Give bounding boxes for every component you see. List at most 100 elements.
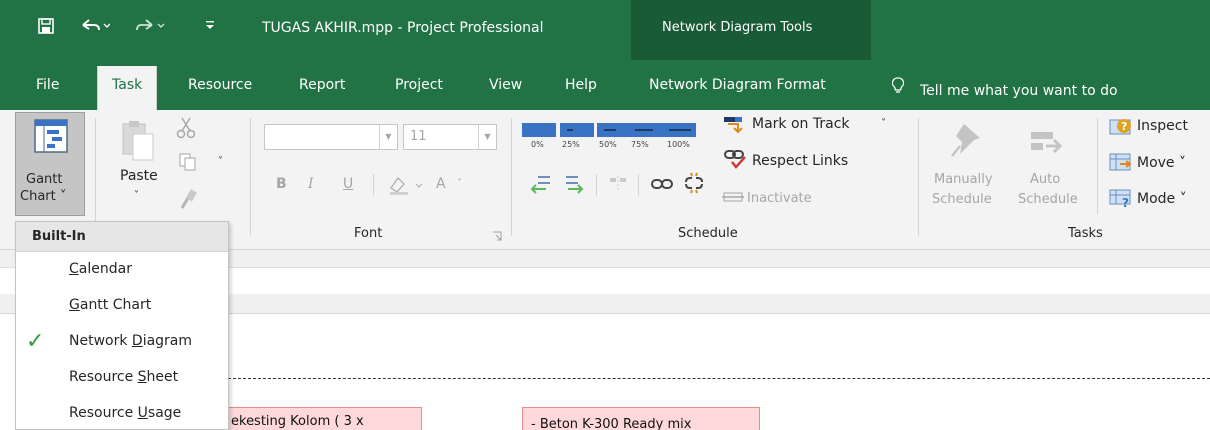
percent-25-icon[interactable]	[560, 123, 594, 137]
underline-button[interactable]: U	[343, 176, 353, 192]
menu-item-prefix: Resource	[69, 405, 138, 421]
font-dialog-launcher-icon[interactable]	[492, 230, 502, 245]
link-tasks-icon[interactable]	[651, 176, 673, 196]
inline-separator	[596, 174, 597, 196]
menu-item-accelerator: U	[137, 405, 148, 421]
percent-0-icon[interactable]	[522, 123, 556, 137]
split-task-icon[interactable]	[608, 174, 628, 198]
menu-item-rest: antt Chart	[79, 297, 152, 313]
tell-me-search[interactable]: Tell me what you want to do	[891, 77, 1118, 99]
tab-view[interactable]: View	[489, 77, 522, 93]
tab-resource[interactable]: Resource	[188, 77, 252, 93]
mark-on-track-button[interactable]: Mark on Track	[752, 116, 850, 132]
unlink-tasks-icon[interactable]	[683, 172, 705, 198]
task-node[interactable]: ekesting Kolom ( 3 x	[210, 407, 422, 430]
gantt-chart-icon	[34, 119, 68, 157]
ribbon-tab-row: File Task Resource Report Project View H…	[0, 60, 1210, 110]
percent-0-label: 0%	[531, 140, 544, 149]
gantt-chart-label-line2: Chart ˅	[20, 189, 67, 204]
percent-100-icon[interactable]	[662, 123, 696, 137]
percent-50-icon[interactable]	[597, 123, 631, 137]
window-title: TUGAS AKHIR.mpp - Project Professional	[262, 20, 544, 36]
redo-icon[interactable]	[135, 18, 165, 38]
page-break-line	[228, 378, 1210, 379]
menu-item-accelerator: D	[131, 333, 143, 349]
menu-item-gantt-chart[interactable]: Gantt Chart	[16, 289, 228, 325]
font-name-combo[interactable]: ▼	[264, 124, 398, 150]
inactivate-button[interactable]: Inactivate	[747, 190, 812, 206]
inactivate-label: Inactivate	[747, 191, 812, 206]
ribbon-separator	[918, 118, 919, 236]
format-painter-icon[interactable]	[178, 188, 198, 214]
copy-icon[interactable]	[179, 153, 197, 175]
ribbon-separator	[250, 118, 251, 236]
menu-item-network-diagram[interactable]: ✓ Network Diagram	[16, 325, 228, 361]
schedule-group-label: Schedule	[678, 226, 738, 241]
menu-item-resource-sheet[interactable]: Resource Sheet	[16, 361, 228, 397]
font-color-button[interactable]: A	[436, 176, 446, 192]
mark-on-track-icon[interactable]	[722, 114, 744, 138]
task-node[interactable]: - Beton K-300 Ready mix	[522, 407, 760, 430]
paste-button[interactable]: Paste	[120, 168, 158, 184]
inactivate-icon[interactable]	[722, 190, 744, 208]
paste-dropdown-arrow[interactable]: ˅	[134, 190, 139, 201]
checkmark-icon: ✓	[26, 329, 45, 354]
manually-schedule-line2: Schedule	[932, 192, 992, 207]
task-node-name: ekesting Kolom ( 3 x	[231, 414, 364, 429]
highlight-color-icon[interactable]	[388, 174, 426, 200]
font-color-dropdown-arrow[interactable]: ˅	[457, 178, 462, 189]
menu-item-resource-usage[interactable]: Resource Usage	[16, 397, 228, 430]
menu-item-calendar[interactable]: Calendar	[16, 253, 228, 289]
save-icon[interactable]	[38, 18, 54, 38]
auto-schedule-line2: Schedule	[1018, 192, 1078, 207]
italic-button[interactable]: I	[308, 176, 314, 192]
chevron-down-icon: ▼	[478, 125, 496, 149]
customize-qat-icon[interactable]	[205, 18, 215, 36]
tab-task[interactable]: Task	[97, 66, 158, 110]
tab-report[interactable]: Report	[299, 77, 345, 93]
menu-item-accelerator: C	[69, 261, 79, 277]
dropdown-section-header: Built-In	[16, 222, 228, 252]
outdent-icon[interactable]	[530, 174, 552, 198]
bold-button[interactable]: B	[276, 176, 287, 192]
ribbon-separator	[511, 118, 512, 236]
font-size-value: 11	[410, 129, 427, 144]
tab-file[interactable]: File	[36, 77, 59, 93]
svg-text:?: ?	[1122, 196, 1129, 208]
menu-item-rest: alendar	[78, 261, 132, 277]
menu-item-rest: iagram	[142, 333, 193, 349]
move-button[interactable]: Move ˅	[1137, 155, 1186, 171]
task-node-name: - Beton K-300 Ready mix	[531, 417, 692, 430]
tell-me-text: Tell me what you want to do	[920, 83, 1118, 99]
mark-on-track-dropdown-arrow[interactable]: ˅	[881, 118, 886, 129]
paste-icon[interactable]	[119, 120, 155, 166]
menu-item-accelerator: S	[137, 369, 147, 385]
mode-button[interactable]: Mode ˅	[1137, 191, 1187, 207]
percent-25-label: 25%	[562, 140, 580, 149]
inspect-icon[interactable]: ?	[1108, 116, 1134, 140]
move-icon[interactable]	[1108, 152, 1134, 176]
menu-item-prefix: Network	[69, 333, 132, 349]
percent-75-icon[interactable]	[628, 123, 662, 137]
menu-item-accelerator: G	[69, 297, 80, 313]
mode-icon[interactable]: ?	[1108, 188, 1134, 212]
network-diagram-tools-label: Network Diagram Tools	[662, 20, 813, 35]
respect-links-button[interactable]: Respect Links	[752, 153, 848, 169]
inline-separator	[373, 174, 374, 196]
undo-icon[interactable]	[80, 18, 111, 38]
chevron-down-icon: ▼	[379, 125, 397, 149]
font-group-label: Font	[354, 226, 383, 241]
ribbon-separator	[95, 118, 96, 236]
copy-dropdown-arrow[interactable]: ˅	[218, 156, 223, 167]
inspect-button[interactable]: Inspect	[1137, 118, 1188, 134]
font-size-combo[interactable]: 11 ▼	[403, 124, 497, 150]
cut-icon[interactable]	[176, 116, 196, 144]
respect-links-icon[interactable]	[724, 148, 748, 174]
tab-network-diagram-format[interactable]: Network Diagram Format	[649, 77, 826, 93]
gantt-chart-button[interactable]: Gantt Chart ˅	[15, 112, 85, 216]
auto-schedule-icon[interactable]	[1030, 128, 1064, 162]
manually-schedule-icon[interactable]	[950, 120, 986, 164]
indent-icon[interactable]	[564, 174, 586, 198]
tab-project[interactable]: Project	[395, 77, 443, 93]
tab-help[interactable]: Help	[565, 77, 597, 93]
